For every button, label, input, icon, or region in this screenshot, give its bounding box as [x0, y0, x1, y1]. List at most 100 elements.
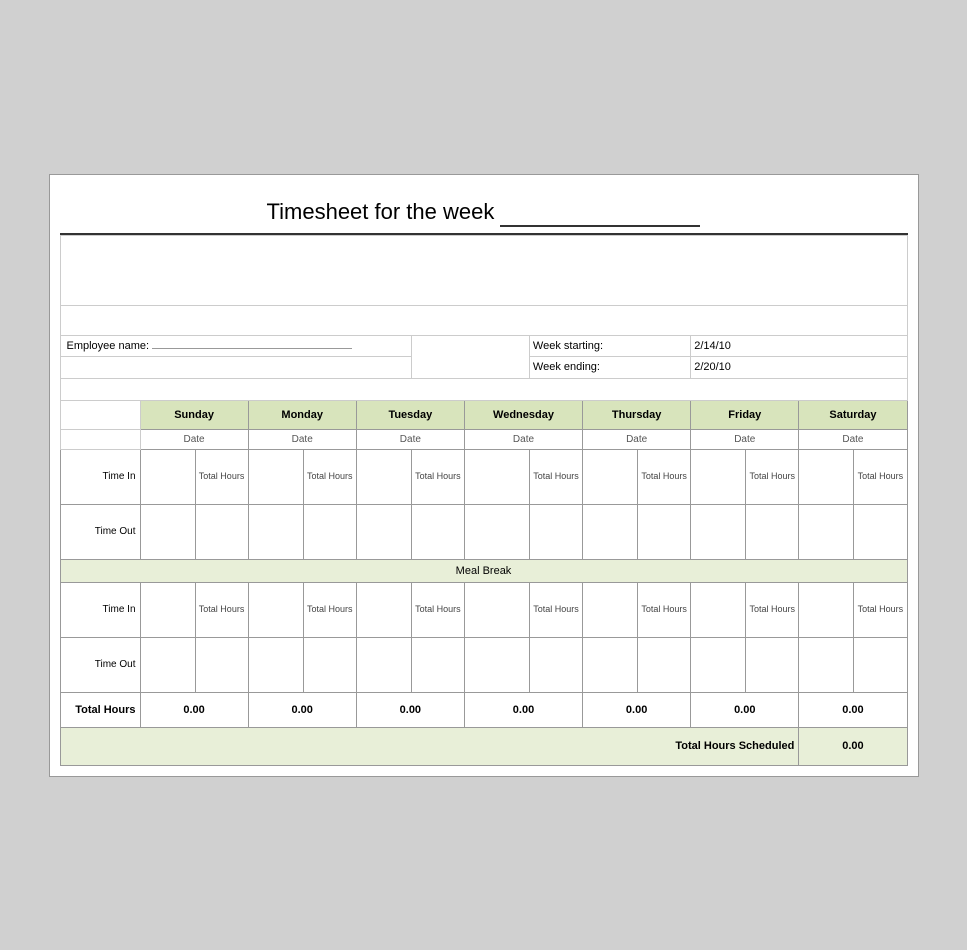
timeout-fri-1[interactable] [691, 504, 746, 559]
time-out-row-2: Time Out [60, 637, 907, 692]
timein-sat-total-2: Total Hours [854, 582, 907, 637]
time-out-row-1: Time Out [60, 504, 907, 559]
timein-wed-hours-1[interactable] [464, 449, 529, 504]
time-in-label-1: Time In [60, 449, 140, 504]
time-out-label-1: Time Out [60, 504, 140, 559]
title-underline [500, 199, 700, 227]
timein-tue-total-1: Total Hours [411, 449, 464, 504]
time-in-row-2: Time In Total Hours Total Hours Total Ho… [60, 582, 907, 637]
timeout-thu-total-1 [638, 504, 691, 559]
timeout-sun-total-1 [195, 504, 248, 559]
date-sunday: Date [140, 429, 248, 449]
timein-mon-total-1: Total Hours [303, 449, 356, 504]
timein-tue-hours-1[interactable] [356, 449, 411, 504]
timein-fri-total-1: Total Hours [746, 449, 799, 504]
timeout-wed-total-1 [529, 504, 582, 559]
total-thursday: 0.00 [583, 692, 691, 727]
date-friday: Date [691, 429, 799, 449]
timeout-tue-total-2 [411, 637, 464, 692]
timeout-wed-2[interactable] [464, 637, 529, 692]
employee-value[interactable] [152, 348, 352, 349]
total-hours-row-label: Total Hours [60, 692, 140, 727]
spacer-row [60, 378, 907, 400]
timein-sun-total-2: Total Hours [195, 582, 248, 637]
day-header-row: Sunday Monday Tuesday Wednesday Thursday… [60, 400, 907, 429]
timein-sun-hours-1[interactable] [140, 449, 195, 504]
timeout-wed-1[interactable] [464, 504, 529, 559]
employee-row: Employee name: Week starting: 2/14/10 [60, 335, 907, 356]
timeout-fri-2[interactable] [691, 637, 746, 692]
total-sunday: 0.00 [140, 692, 248, 727]
header-friday: Friday [691, 400, 799, 429]
timein-mon-hours-1[interactable] [248, 449, 303, 504]
meal-break-label: Meal Break [60, 559, 907, 582]
total-saturday: 0.00 [799, 692, 907, 727]
timeout-mon-1[interactable] [248, 504, 303, 559]
timeout-sun-1[interactable] [140, 504, 195, 559]
date-tuesday: Date [356, 429, 464, 449]
timein-tue-hours-2[interactable] [356, 582, 411, 637]
timeout-tue-1[interactable] [356, 504, 411, 559]
week-ending-row: Week ending: 2/20/10 [60, 356, 907, 378]
timeout-sat-2[interactable] [799, 637, 854, 692]
date-saturday: Date [799, 429, 907, 449]
header-wednesday: Wednesday [464, 400, 582, 429]
title-row: Timesheet for the week [60, 185, 908, 235]
week-ending-value: 2/20/10 [694, 361, 731, 373]
total-wednesday: 0.00 [464, 692, 582, 727]
date-wednesday: Date [464, 429, 582, 449]
timeout-thu-total-2 [638, 637, 691, 692]
timein-sat-hours-2[interactable] [799, 582, 854, 637]
timein-sun-hours-2[interactable] [140, 582, 195, 637]
time-out-label-2: Time Out [60, 637, 140, 692]
timein-wed-total-1: Total Hours [529, 449, 582, 504]
timein-wed-total-2: Total Hours [529, 582, 582, 637]
timein-wed-hours-2[interactable] [464, 582, 529, 637]
timein-sat-hours-1[interactable] [799, 449, 854, 504]
time-in-label-2: Time In [60, 582, 140, 637]
grand-total-row: Total Hours Scheduled 0.00 [60, 727, 907, 765]
grand-total-label: Total Hours Scheduled [60, 727, 799, 765]
timeout-fri-total-2 [746, 637, 799, 692]
timeout-thu-1[interactable] [583, 504, 638, 559]
week-starting-label: Week starting: [533, 340, 603, 352]
timeout-sat-1[interactable] [799, 504, 854, 559]
timein-fri-total-2: Total Hours [746, 582, 799, 637]
timein-fri-hours-2[interactable] [691, 582, 746, 637]
meal-break-row: Meal Break [60, 559, 907, 582]
timeout-thu-2[interactable] [583, 637, 638, 692]
timeout-sat-total-1 [854, 504, 907, 559]
total-tuesday: 0.00 [356, 692, 464, 727]
timein-sun-total-1: Total Hours [195, 449, 248, 504]
top-empty-row-2 [60, 305, 907, 335]
timeout-fri-total-1 [746, 504, 799, 559]
timeout-mon-total-2 [303, 637, 356, 692]
timeout-sat-total-2 [854, 637, 907, 692]
total-monday: 0.00 [248, 692, 356, 727]
header-thursday: Thursday [583, 400, 691, 429]
date-row: Date Date Date Date Date Date Date [60, 429, 907, 449]
employee-label: Employee name: [67, 340, 150, 352]
timeout-tue-2[interactable] [356, 637, 411, 692]
timein-fri-hours-1[interactable] [691, 449, 746, 504]
total-friday: 0.00 [691, 692, 799, 727]
header-tuesday: Tuesday [356, 400, 464, 429]
date-thursday: Date [583, 429, 691, 449]
timeout-mon-2[interactable] [248, 637, 303, 692]
timesheet: Timesheet for the week Employee name: We… [49, 174, 919, 777]
timeout-wed-total-2 [529, 637, 582, 692]
timein-thu-hours-2[interactable] [583, 582, 638, 637]
timeout-sun-2[interactable] [140, 637, 195, 692]
time-in-row-1: Time In Total Hours Total Hours Total Ho… [60, 449, 907, 504]
title-text: Timesheet for the week [267, 199, 495, 224]
timein-thu-total-1: Total Hours [638, 449, 691, 504]
timeout-mon-total-1 [303, 504, 356, 559]
header-monday: Monday [248, 400, 356, 429]
timein-mon-hours-2[interactable] [248, 582, 303, 637]
top-empty-row-1 [60, 235, 907, 305]
totals-row: Total Hours 0.00 0.00 0.00 0.00 0.00 0.0… [60, 692, 907, 727]
timein-thu-total-2: Total Hours [638, 582, 691, 637]
timein-mon-total-2: Total Hours [303, 582, 356, 637]
timein-tue-total-2: Total Hours [411, 582, 464, 637]
timein-thu-hours-1[interactable] [583, 449, 638, 504]
